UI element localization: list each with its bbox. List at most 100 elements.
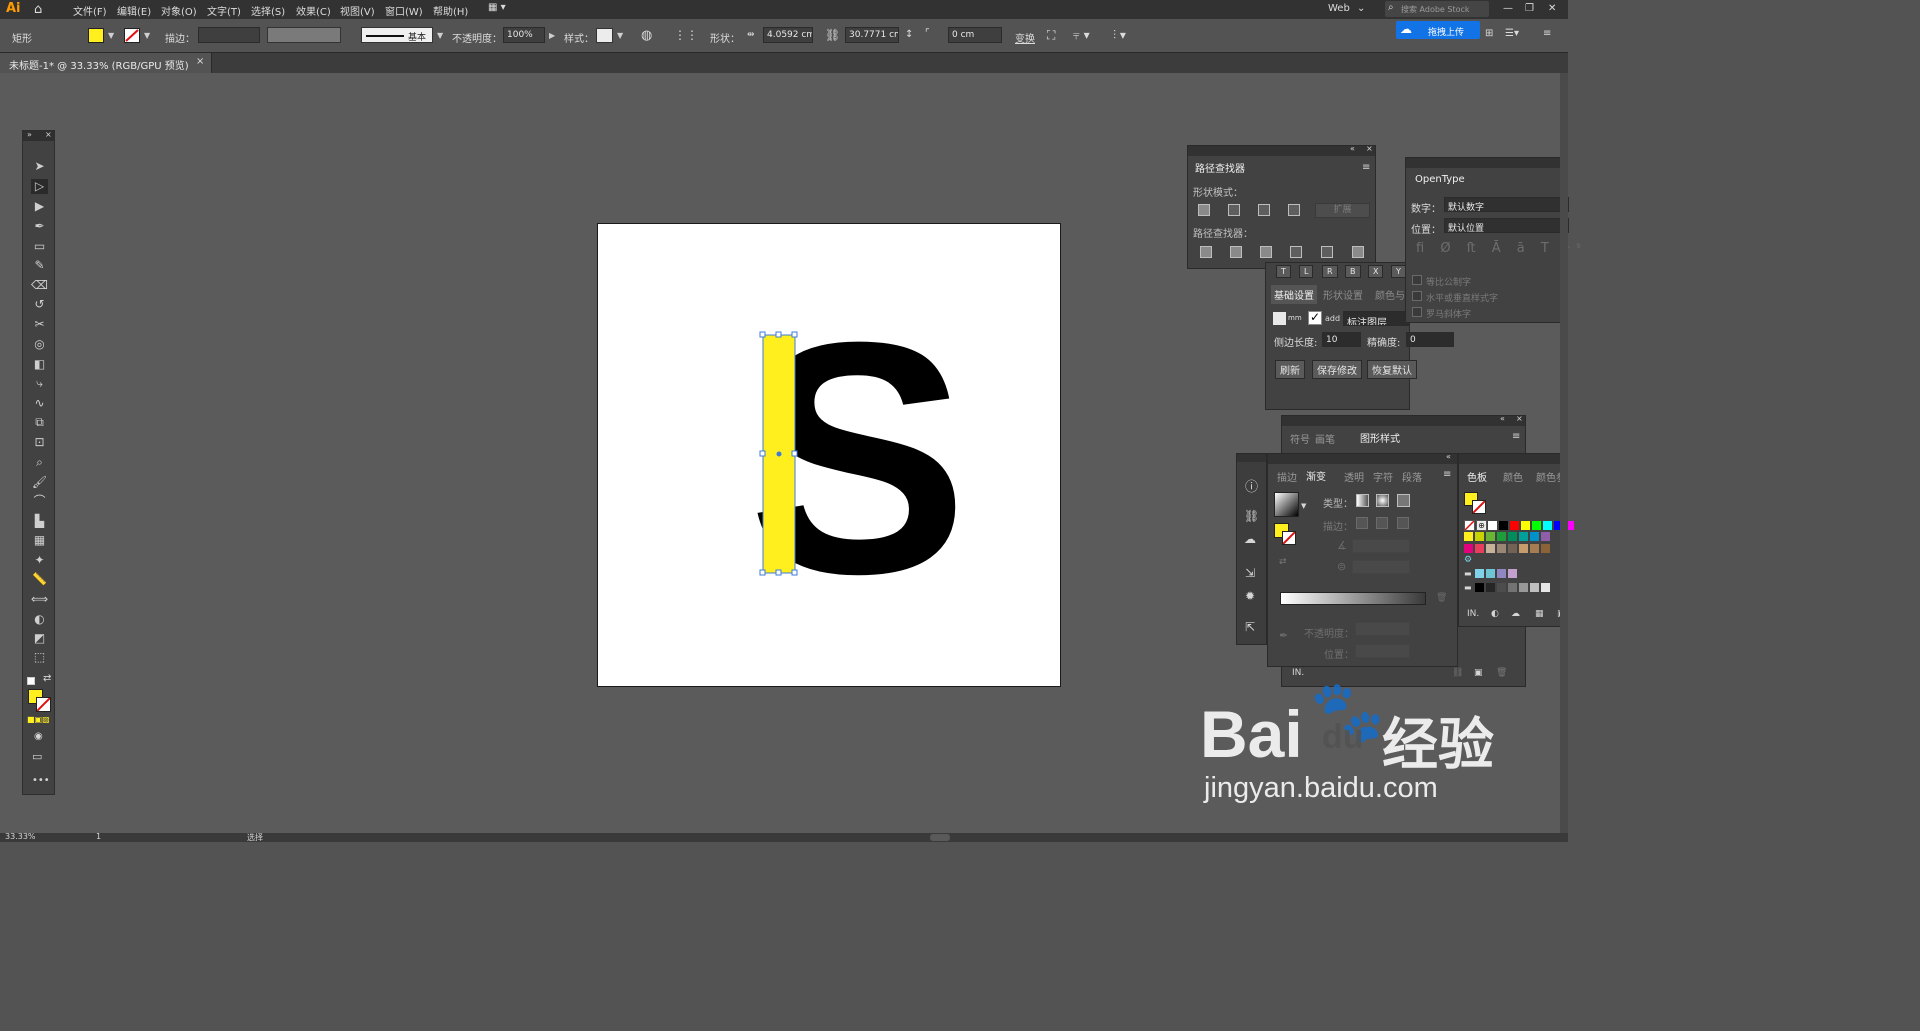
precision-select[interactable]: 0 bbox=[1406, 332, 1454, 347]
stroke-across-icon[interactable] bbox=[1397, 517, 1409, 529]
swatch[interactable] bbox=[1508, 569, 1517, 578]
measure-tool-icon[interactable]: 📏 bbox=[31, 572, 48, 587]
stroke-along-icon[interactable] bbox=[1376, 517, 1388, 529]
reverse-gradient-icon[interactable]: ⇄ bbox=[1279, 557, 1287, 567]
swatch[interactable] bbox=[1519, 544, 1528, 553]
tab-stroke[interactable]: 描边 bbox=[1277, 469, 1297, 484]
menu-select[interactable]: 选择(S) bbox=[251, 3, 285, 18]
vertical-scrollbar[interactable] bbox=[1560, 73, 1568, 833]
mesh-tool-icon[interactable]: ▦ bbox=[31, 533, 48, 548]
swatch[interactable] bbox=[1530, 544, 1539, 553]
artboard-tool-icon[interactable]: ⊡ bbox=[31, 435, 48, 450]
layer-name-input[interactable]: 标注图层 bbox=[1343, 311, 1410, 326]
gradient-eyedropper-icon[interactable]: ✒ bbox=[1279, 629, 1288, 642]
trim-icon[interactable] bbox=[1230, 246, 1242, 258]
expand-button[interactable]: 扩展 bbox=[1315, 203, 1370, 218]
toolbox-stroke-swatch[interactable] bbox=[36, 697, 51, 712]
gradient-slider[interactable] bbox=[1280, 592, 1426, 605]
swatch[interactable] bbox=[1488, 521, 1497, 530]
stroke-within-icon[interactable] bbox=[1356, 517, 1368, 529]
unite-icon[interactable] bbox=[1198, 204, 1210, 216]
artboard-number[interactable]: 1 bbox=[96, 832, 101, 841]
swatch[interactable] bbox=[1497, 583, 1506, 592]
menu-help[interactable]: 帮助(H) bbox=[433, 3, 468, 18]
column-graph-tool-icon[interactable]: ▙ bbox=[31, 514, 48, 529]
distribute-icon[interactable]: ⫶ ▾ bbox=[1113, 28, 1126, 43]
color-group-folder-icon[interactable]: ▬ bbox=[1464, 569, 1472, 578]
new-style-icon[interactable]: ▣ bbox=[1474, 668, 1483, 678]
swatch-options-icon[interactable]: ▦ bbox=[1535, 609, 1544, 619]
collapse-icon[interactable]: « bbox=[1446, 452, 1451, 461]
artboard[interactable]: S bbox=[597, 223, 1061, 687]
letter-button-y[interactable]: Y bbox=[1391, 265, 1406, 278]
graphic-style-swatch[interactable] bbox=[596, 28, 613, 43]
swatch[interactable] bbox=[1497, 532, 1506, 541]
tab-transparency[interactable]: 透明 bbox=[1344, 469, 1364, 484]
free-transform-tool-icon[interactable]: ⬚ bbox=[31, 650, 48, 665]
aspect-ratio-input[interactable] bbox=[1352, 560, 1410, 574]
constrain-proportions-icon[interactable]: ⛓ bbox=[825, 28, 840, 42]
warp-tool-icon[interactable]: ◎ bbox=[31, 337, 48, 352]
swatch-stroke-indicator[interactable] bbox=[1472, 500, 1486, 514]
export-icon[interactable]: ⇱ bbox=[1245, 620, 1255, 634]
recolor-icon[interactable]: ◍ bbox=[641, 28, 652, 43]
menu-window[interactable]: 窗口(W) bbox=[385, 3, 423, 18]
gradient-header[interactable]: « bbox=[1268, 452, 1457, 464]
height-input[interactable]: 30.7771 cm bbox=[845, 27, 899, 43]
grid-menu-icon[interactable]: ⊞ bbox=[1485, 28, 1493, 39]
tab-opentype[interactable]: OpenType bbox=[1408, 171, 1472, 188]
minus-back-icon[interactable] bbox=[1352, 246, 1364, 258]
gradient-stroke-swatch[interactable] bbox=[1282, 531, 1296, 545]
swatch[interactable] bbox=[1486, 569, 1495, 578]
pencil-tool-icon[interactable]: ✎ bbox=[31, 258, 48, 273]
transform-link[interactable]: 变换 bbox=[1015, 30, 1035, 45]
rectangle-tool-icon[interactable]: ▭ bbox=[31, 239, 48, 254]
selection-handle[interactable] bbox=[775, 569, 782, 576]
swatch[interactable] bbox=[1541, 532, 1550, 541]
position-select[interactable]: 默认位置 bbox=[1444, 218, 1569, 233]
break-link-icon[interactable]: ⛓ bbox=[1452, 668, 1463, 678]
arrange-documents-icon[interactable]: ▦ ▾ bbox=[488, 2, 506, 13]
panel-menu-icon[interactable]: ≡ bbox=[1362, 162, 1370, 173]
panel-menu-icon[interactable]: ≡ bbox=[1443, 469, 1451, 480]
angle-input[interactable] bbox=[1352, 539, 1410, 553]
gradient-opacity-input[interactable] bbox=[1355, 622, 1410, 636]
restore-icon[interactable]: ❐ bbox=[1525, 3, 1534, 14]
brush-definition[interactable]: 基本 bbox=[361, 27, 433, 43]
stroke-dropdown-icon[interactable]: ▼ bbox=[144, 31, 150, 40]
intersect-icon[interactable] bbox=[1258, 204, 1270, 216]
swatch[interactable] bbox=[1508, 532, 1517, 541]
swatch[interactable] bbox=[1497, 569, 1506, 578]
save-changes-button[interactable]: 保存修改 bbox=[1312, 360, 1362, 379]
libraries-icon[interactable]: IN. bbox=[1292, 668, 1304, 678]
tab-pathfinder[interactable]: 路径查找器 bbox=[1190, 158, 1250, 177]
stroke-color-swatch[interactable] bbox=[124, 28, 140, 43]
pen-tool-icon[interactable]: ✒ bbox=[31, 219, 48, 234]
opentype-header[interactable] bbox=[1406, 158, 1567, 168]
menu-file[interactable]: 文件(F) bbox=[73, 3, 107, 18]
selection-handle[interactable] bbox=[775, 331, 782, 338]
close-icon[interactable]: × bbox=[1366, 144, 1373, 153]
selection-handle[interactable] bbox=[791, 569, 798, 576]
close-window-icon[interactable]: ✕ bbox=[1548, 3, 1556, 14]
menu-effect[interactable]: 效果(C) bbox=[296, 3, 331, 18]
curvature-tool-icon[interactable]: ⌒ bbox=[31, 494, 48, 509]
tab-paragraph[interactable]: 段落 bbox=[1402, 469, 1422, 484]
fill-dropdown-icon[interactable]: ▼ bbox=[108, 31, 114, 40]
variable-width-profile[interactable] bbox=[267, 27, 341, 43]
none-swatch[interactable] bbox=[1464, 520, 1475, 531]
direct-selection-tool-icon[interactable]: ▷ bbox=[31, 179, 48, 194]
gradient-dropdown-icon[interactable]: ▼ bbox=[1301, 502, 1306, 510]
merge-icon[interactable] bbox=[1260, 246, 1272, 258]
color-group-folder-icon[interactable]: ⚙ bbox=[1464, 555, 1472, 565]
swatch[interactable] bbox=[1475, 569, 1484, 578]
workspace-switcher[interactable]: Web bbox=[1328, 3, 1350, 14]
exclude-icon[interactable] bbox=[1288, 204, 1300, 216]
stock-search[interactable]: ⌕ 搜索 Adobe Stock bbox=[1385, 1, 1489, 17]
panel-menu-icon[interactable]: ☰▾ bbox=[1505, 28, 1519, 39]
letter-button-x[interactable]: X bbox=[1368, 265, 1384, 278]
tab-symbols[interactable]: 符号 bbox=[1290, 431, 1310, 446]
swatch[interactable] bbox=[1499, 521, 1508, 530]
strip-header[interactable] bbox=[1237, 454, 1266, 462]
eyedropper-tool-icon[interactable]: ⤷ bbox=[31, 376, 48, 391]
